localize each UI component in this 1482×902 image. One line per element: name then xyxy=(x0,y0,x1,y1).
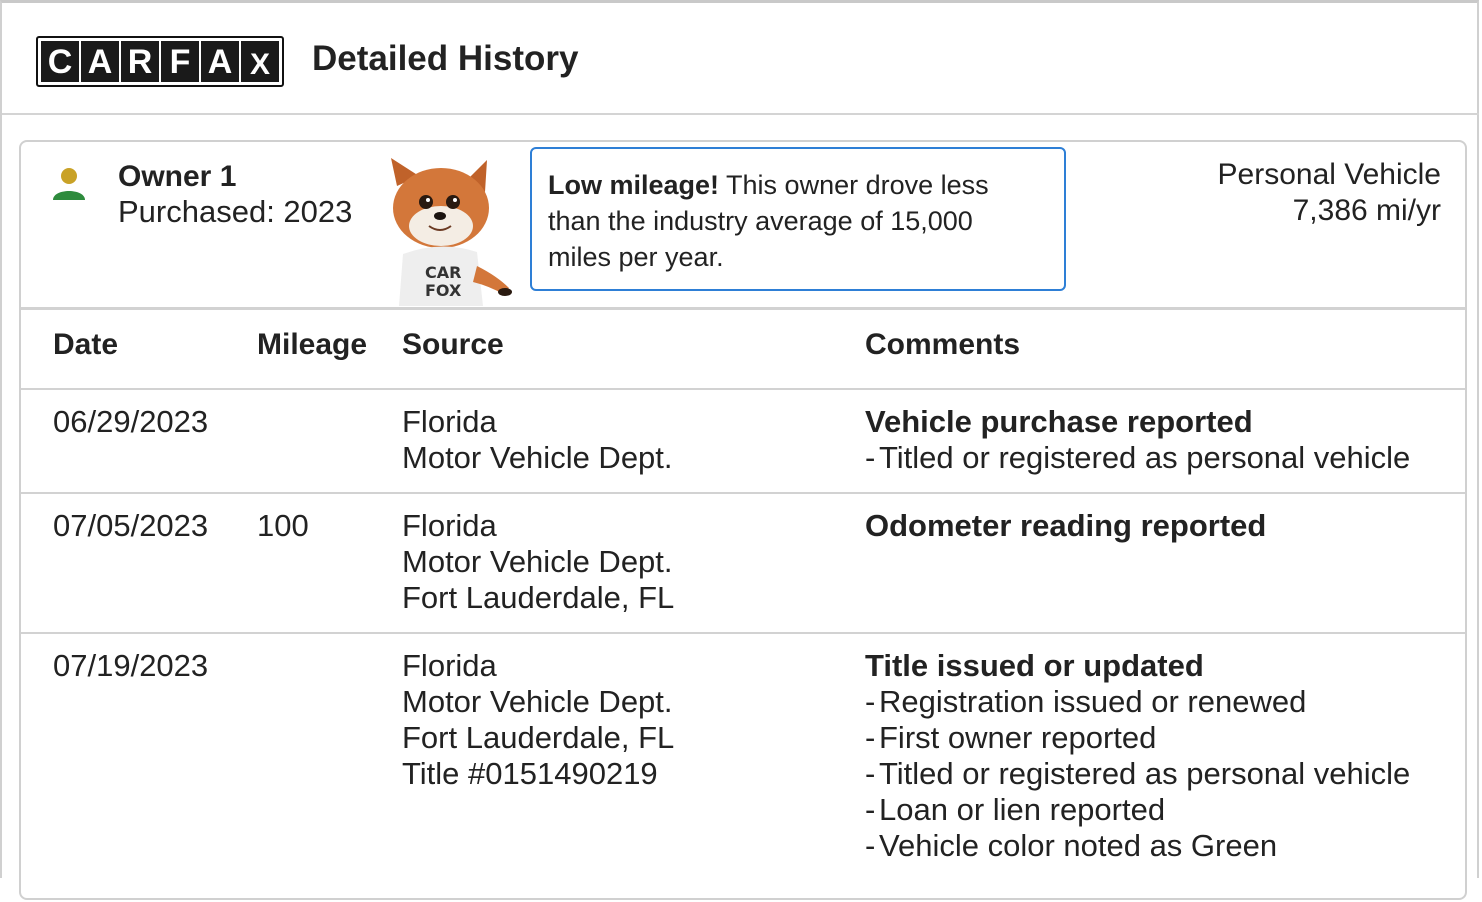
logo-letter: A xyxy=(81,41,119,82)
comment-item: - Titled or registered as personal vehicl… xyxy=(865,756,1411,791)
svg-text:FOX: FOX xyxy=(425,281,462,300)
owner-history-card: Owner 1 Purchased: 2023 CAR FOX Low mile… xyxy=(19,140,1467,900)
source-line: Florida xyxy=(402,404,497,439)
comment-title: Vehicle purchase reported xyxy=(865,404,1253,439)
logo-letter: X xyxy=(241,41,279,82)
table-row: 07/19/2023 Florida Motor Vehicle Dept. F… xyxy=(21,634,1465,902)
car-fox-mascot-image: CAR FOX xyxy=(391,158,512,306)
history-table-header: Date Mileage Source Comments xyxy=(21,310,1465,390)
source-line: Motor Vehicle Dept. xyxy=(402,440,673,475)
date-cell: 07/05/2023 xyxy=(53,508,209,543)
person-icon xyxy=(53,168,85,200)
source-line: Florida xyxy=(402,648,497,683)
column-header-date: Date xyxy=(53,328,119,361)
carfax-logo: C A R F A X xyxy=(36,36,284,87)
source-line: Motor Vehicle Dept. xyxy=(402,684,673,719)
source-line: Motor Vehicle Dept. xyxy=(402,544,673,579)
miles-per-year: 7,386 mi/yr xyxy=(1292,194,1441,227)
column-header-mileage: Mileage xyxy=(257,328,368,361)
source-line: Fort Lauderdale, FL xyxy=(402,720,675,755)
source-cell: Florida Motor Vehicle Dept. Fort Lauderd… xyxy=(402,648,674,792)
source-cell: Florida Motor Vehicle Dept. xyxy=(402,404,673,476)
table-row: 07/05/2023 100 Florida Motor Vehicle Dep… xyxy=(21,494,1465,634)
logo-letter: R xyxy=(121,41,159,82)
comment-item: - First owner reported xyxy=(865,720,1157,755)
date-cell: 07/19/2023 xyxy=(53,648,209,683)
source-line: Fort Lauderdale, FL xyxy=(402,580,675,615)
comment-item: - Loan or lien reported xyxy=(865,792,1166,827)
logo-letter: F xyxy=(161,41,199,82)
report-header: C A R F A X Detailed History xyxy=(2,3,1479,115)
callout-text: miles per year. xyxy=(548,242,724,272)
callout-highlight: Low mileage! xyxy=(548,170,720,200)
comments-cell: Odometer reading reported xyxy=(865,508,1266,544)
callout-text: This owner drove less xyxy=(726,170,989,200)
comment-title: Odometer reading reported xyxy=(865,508,1267,543)
callout-text: than the industry average of 15,000 xyxy=(548,206,973,236)
vehicle-type: Personal Vehicle xyxy=(1217,158,1441,191)
source-line: Florida xyxy=(402,508,497,543)
comment-item: - Registration issued or renewed xyxy=(865,684,1307,719)
date-cell: 06/29/2023 xyxy=(53,404,209,439)
comments-cell: Vehicle purchase reported - Titled or reg… xyxy=(865,404,1410,476)
comments-cell: Title issued or updated - Registration is… xyxy=(865,648,1410,864)
comment-title: Title issued or updated xyxy=(865,648,1204,683)
svg-text:CAR: CAR xyxy=(425,263,461,282)
logo-letter: A xyxy=(201,41,239,82)
column-header-comments: Comments xyxy=(865,328,1021,361)
source-line: Title #0151490219 xyxy=(402,756,658,791)
comment-item: - Titled or registered as personal vehicl… xyxy=(865,440,1411,475)
page-title: Detailed History xyxy=(312,39,579,78)
column-header-source: Source xyxy=(402,328,504,361)
source-cell: Florida Motor Vehicle Dept. Fort Lauderd… xyxy=(402,508,674,616)
table-row: 06/29/2023 Florida Motor Vehicle Dept. V… xyxy=(21,390,1465,494)
comment-item: - Vehicle color noted as Green xyxy=(865,828,1278,863)
owner-summary: Owner 1 Purchased: 2023 CAR FOX Low mile… xyxy=(21,142,1465,310)
mileage-cell: 100 xyxy=(257,508,309,543)
owner-name: Owner 1 xyxy=(118,160,237,193)
owner-purchased: Purchased: 2023 xyxy=(118,194,353,229)
logo-letter: C xyxy=(41,41,79,82)
low-mileage-callout: Low mileage! This owner drove less than … xyxy=(530,147,1066,291)
